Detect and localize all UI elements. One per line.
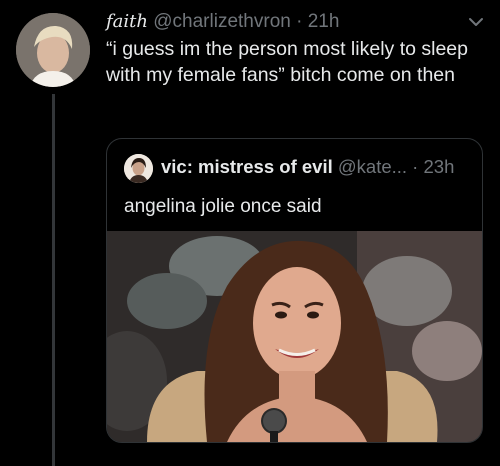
thread-line (52, 94, 55, 466)
author-name[interactable]: faith (106, 11, 148, 32)
tweet-header: faith @charlizethvron · 21h (106, 10, 460, 34)
tweet-text: “i guess im the person most likely to sl… (106, 38, 468, 86)
tweet-time[interactable]: 21h (308, 11, 340, 32)
meta-separator: · (290, 11, 308, 32)
quoted-author-avatar[interactable] (124, 154, 153, 183)
author-avatar[interactable] (16, 13, 90, 87)
author-handle[interactable]: @charlizethvron (153, 11, 291, 32)
quoted-meta-separator: · (407, 156, 424, 177)
chevron-down-icon[interactable] (466, 12, 486, 32)
quoted-tweet-time[interactable]: 23h (424, 156, 455, 177)
quoted-author-name[interactable]: vic: mistress of evil (161, 156, 333, 177)
quoted-tweet-text: angelina jolie once said (124, 196, 322, 217)
quoted-tweet-photo[interactable] (107, 231, 482, 442)
quoted-tweet-header: vic: mistress of evil @kate... · 23h (161, 155, 472, 179)
quoted-tweet[interactable]: vic: mistress of evil @kate... · 23h ang… (106, 138, 483, 443)
quoted-author-handle[interactable]: @kate... (338, 156, 407, 177)
